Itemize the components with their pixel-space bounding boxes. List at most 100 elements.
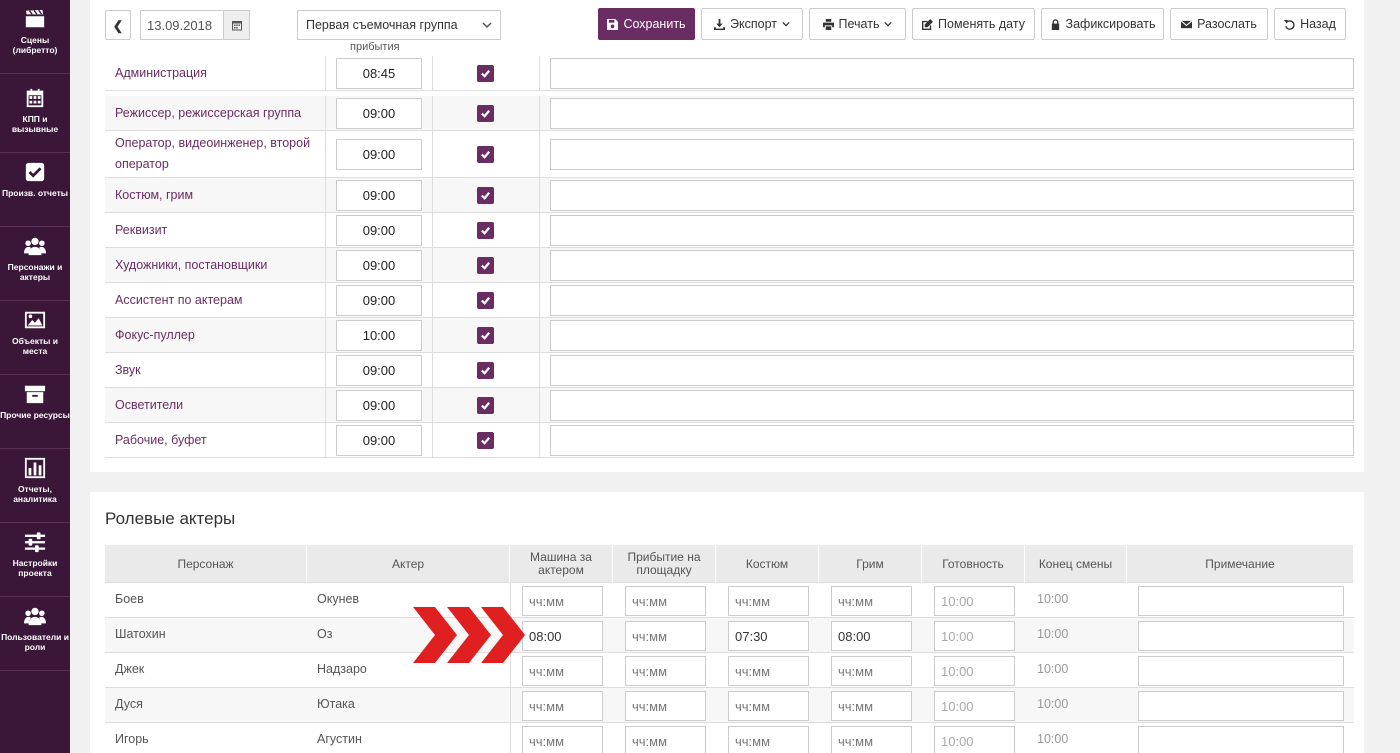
department-note-input[interactable] [550, 58, 1354, 89]
arrival-time-input[interactable]: чч:мм [625, 691, 706, 721]
department-name: Режиссер, режиссерская группа [115, 106, 302, 120]
send-button[interactable]: Разослать [1170, 8, 1268, 40]
calendar-button[interactable] [223, 11, 249, 39]
ready-time-input[interactable]: 10:00 [934, 726, 1015, 753]
department-checkbox[interactable] [477, 187, 494, 204]
department-row: Режиссер, режиссерская группа 09:00 [105, 96, 1354, 131]
back-button[interactable]: Назад [1274, 8, 1346, 40]
makeup-time-input[interactable]: чч:мм [831, 586, 912, 616]
department-note-input[interactable] [550, 180, 1354, 211]
makeup-time-input[interactable]: чч:мм [831, 726, 912, 753]
department-name: Оператор, видеоинженер, второй оператор [115, 136, 311, 171]
arrival-time-input[interactable]: 09:00 [336, 355, 422, 386]
sidebar-item-scenes[interactable]: Сцены (либретто) [0, 0, 70, 74]
arrival-time-input[interactable]: 09:00 [336, 98, 422, 129]
arrival-time-input[interactable]: чч:мм [625, 656, 706, 686]
department-checkbox[interactable] [477, 257, 494, 274]
sidebar-item-settings[interactable]: Настройки проекта [0, 523, 70, 597]
costume-time-input[interactable]: чч:мм [728, 726, 809, 753]
sidebar-item-characters[interactable]: Персонажи и актеры [0, 227, 70, 301]
arrival-time-input[interactable]: 10:00 [336, 320, 422, 351]
department-checkbox[interactable] [477, 105, 494, 122]
department-checkbox[interactable] [477, 146, 494, 163]
department-note-input[interactable] [550, 390, 1354, 421]
makeup-time-input[interactable]: 08:00 [831, 621, 912, 651]
ready-time-input[interactable]: 10:00 [934, 691, 1015, 721]
car-time-input[interactable]: чч:мм [522, 691, 603, 721]
actor-name: Окунев [317, 592, 360, 606]
actor-note-input[interactable] [1138, 691, 1344, 721]
sidebar-item-locations[interactable]: Объекты и места [0, 301, 70, 375]
department-note-input[interactable] [550, 98, 1354, 129]
ready-time-input[interactable]: 10:00 [934, 656, 1015, 686]
actor-note-input[interactable] [1138, 586, 1344, 616]
makeup-time-input[interactable]: чч:мм [831, 691, 912, 721]
actor-note-input[interactable] [1138, 656, 1344, 686]
department-checkbox[interactable] [477, 327, 494, 344]
department-note-input[interactable] [550, 355, 1354, 386]
department-checkbox[interactable] [477, 65, 494, 82]
ready-time-input[interactable]: 10:00 [934, 621, 1015, 651]
department-checkbox[interactable] [477, 222, 494, 239]
arrival-time-input[interactable]: 09:00 [336, 215, 422, 246]
save-label: Сохранить [623, 17, 686, 31]
chevron-left-icon: ❮ [112, 18, 124, 33]
save-button[interactable]: Сохранить [598, 8, 695, 40]
department-note-input[interactable] [550, 425, 1354, 456]
arrival-time-input[interactable]: 09:00 [336, 390, 422, 421]
sidebar-item-analytics[interactable]: Отчеты, аналитика [0, 449, 70, 523]
department-row: Осветители 09:00 [105, 388, 1354, 423]
car-time-input[interactable]: чч:мм [522, 586, 603, 616]
export-button[interactable]: Экспорт [701, 8, 803, 40]
sidebar-item-resources[interactable]: Прочие ресурсы [0, 375, 70, 449]
department-checkbox[interactable] [477, 397, 494, 414]
department-checkbox[interactable] [477, 292, 494, 309]
arrival-time-input[interactable]: 08:45 [336, 58, 422, 89]
check-icon [481, 192, 491, 200]
check-icon [481, 402, 491, 410]
actor-name: Надзаро [317, 662, 367, 676]
arrival-time-input[interactable]: чч:мм [625, 726, 706, 753]
department-note-input[interactable] [550, 215, 1354, 246]
department-name: Ассистент по актерам [115, 293, 243, 307]
car-time-input[interactable]: 08:00 [522, 621, 603, 651]
actor-note-input[interactable] [1138, 726, 1344, 753]
actor-note-input[interactable] [1138, 621, 1344, 651]
arrival-time-input[interactable]: чч:мм [625, 621, 706, 651]
department-checkbox[interactable] [477, 362, 494, 379]
sidebar: Сцены (либретто) КПП и вызывные Произв. … [0, 0, 70, 753]
actor-row: Дуся Ютака чч:мм чч:мм чч:мм чч:мм 10:00 10:00 [105, 688, 1354, 723]
sidebar-item-kpp[interactable]: КПП и вызывные [0, 79, 70, 153]
costume-time-input[interactable]: чч:мм [728, 656, 809, 686]
fix-button[interactable]: Зафиксировать [1041, 8, 1164, 40]
sliders-icon [24, 532, 46, 553]
department-name: Звук [115, 363, 141, 377]
makeup-time-input[interactable]: чч:мм [831, 656, 912, 686]
department-checkbox[interactable] [477, 432, 494, 449]
arrival-time-input[interactable]: чч:мм [625, 586, 706, 616]
arrival-time-input[interactable]: 09:00 [336, 139, 422, 170]
ready-time-input[interactable]: 10:00 [934, 586, 1015, 616]
car-time-input[interactable]: чч:мм [522, 726, 603, 753]
change-date-button[interactable]: Поменять дату [912, 8, 1035, 40]
group-select[interactable]: Первая съемочная группа [297, 10, 501, 40]
date-input[interactable] [141, 11, 223, 39]
arrival-time-input[interactable]: 09:00 [336, 250, 422, 281]
prev-date-button[interactable]: ❮ [105, 10, 131, 40]
department-note-input[interactable] [550, 139, 1354, 170]
costume-time-input[interactable]: 07:30 [728, 621, 809, 651]
arrival-time-input[interactable]: 09:00 [336, 180, 422, 211]
users-icon [24, 607, 46, 626]
department-note-input[interactable] [550, 250, 1354, 281]
department-note-input[interactable] [550, 320, 1354, 351]
arrival-time-input[interactable]: 09:00 [336, 425, 422, 456]
print-button[interactable]: Печать [809, 8, 906, 40]
sidebar-item-reports[interactable]: Произв. отчеты [0, 153, 70, 227]
arrival-time-input[interactable]: 09:00 [336, 285, 422, 316]
department-note-input[interactable] [550, 285, 1354, 316]
costume-time-input[interactable]: чч:мм [728, 586, 809, 616]
car-time-input[interactable]: чч:мм [522, 656, 603, 686]
costume-time-input[interactable]: чч:мм [728, 691, 809, 721]
sidebar-item-users[interactable]: Пользователи и роли [0, 597, 70, 671]
department-row: Звук 09:00 [105, 353, 1354, 388]
